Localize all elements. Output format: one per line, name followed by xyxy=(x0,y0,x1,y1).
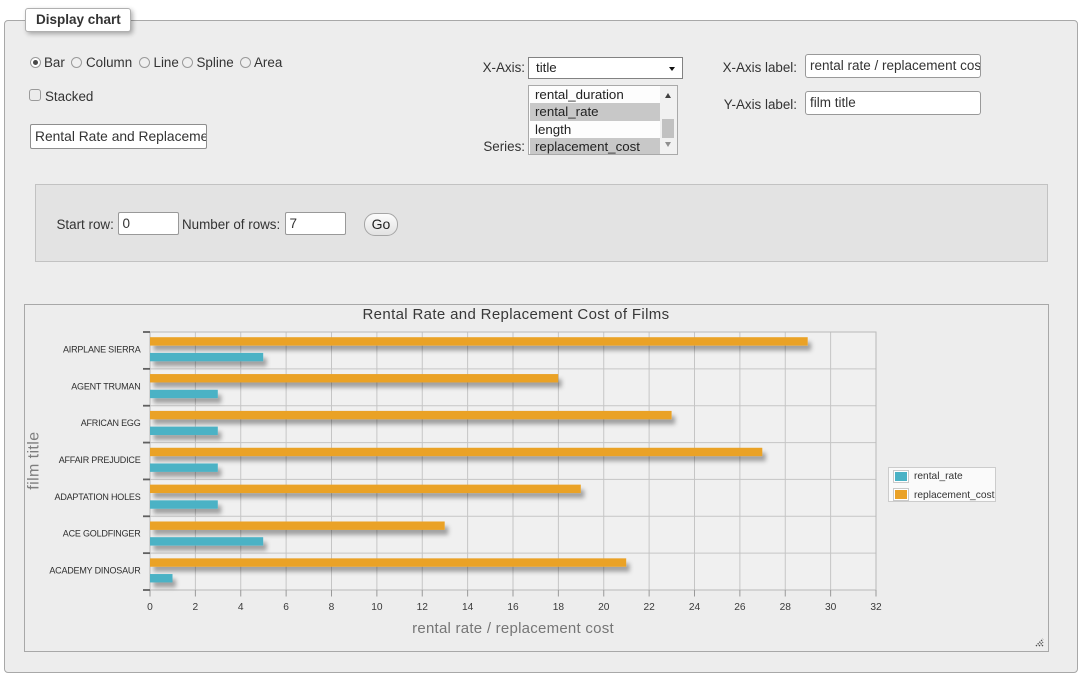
svg-text:16: 16 xyxy=(507,602,519,613)
svg-text:12: 12 xyxy=(417,602,429,613)
svg-text:0: 0 xyxy=(147,602,153,613)
svg-text:28: 28 xyxy=(780,602,792,613)
svg-text:30: 30 xyxy=(825,602,837,613)
svg-text:ACE GOLDFINGER: ACE GOLDFINGER xyxy=(63,529,141,539)
svg-text:AGENT TRUMAN: AGENT TRUMAN xyxy=(71,381,140,391)
svg-text:24: 24 xyxy=(689,602,701,613)
svg-text:Rental Rate and Replacement Co: Rental Rate and Replacement Cost of Film… xyxy=(363,306,670,323)
svg-text:AFFAIR PREJUDICE: AFFAIR PREJUDICE xyxy=(59,455,141,465)
svg-text:14: 14 xyxy=(462,602,474,613)
svg-text:26: 26 xyxy=(734,602,746,613)
svg-text:20: 20 xyxy=(598,602,610,613)
svg-text:4: 4 xyxy=(238,602,244,613)
svg-text:22: 22 xyxy=(643,602,655,613)
svg-text:ACADEMY DINOSAUR: ACADEMY DINOSAUR xyxy=(49,566,141,576)
svg-text:10: 10 xyxy=(371,602,383,613)
svg-text:ADAPTATION HOLES: ADAPTATION HOLES xyxy=(55,492,141,502)
svg-text:AIRPLANE SIERRA: AIRPLANE SIERRA xyxy=(63,344,141,354)
svg-text:AFRICAN EGG: AFRICAN EGG xyxy=(81,418,141,428)
svg-text:32: 32 xyxy=(870,602,882,613)
svg-text:6: 6 xyxy=(283,602,289,613)
svg-text:2: 2 xyxy=(193,602,199,613)
svg-text:18: 18 xyxy=(553,602,565,613)
svg-text:8: 8 xyxy=(329,602,335,613)
svg-text:rental rate / replacement cost: rental rate / replacement cost xyxy=(412,620,614,637)
svg-text:film title: film title xyxy=(26,431,43,489)
